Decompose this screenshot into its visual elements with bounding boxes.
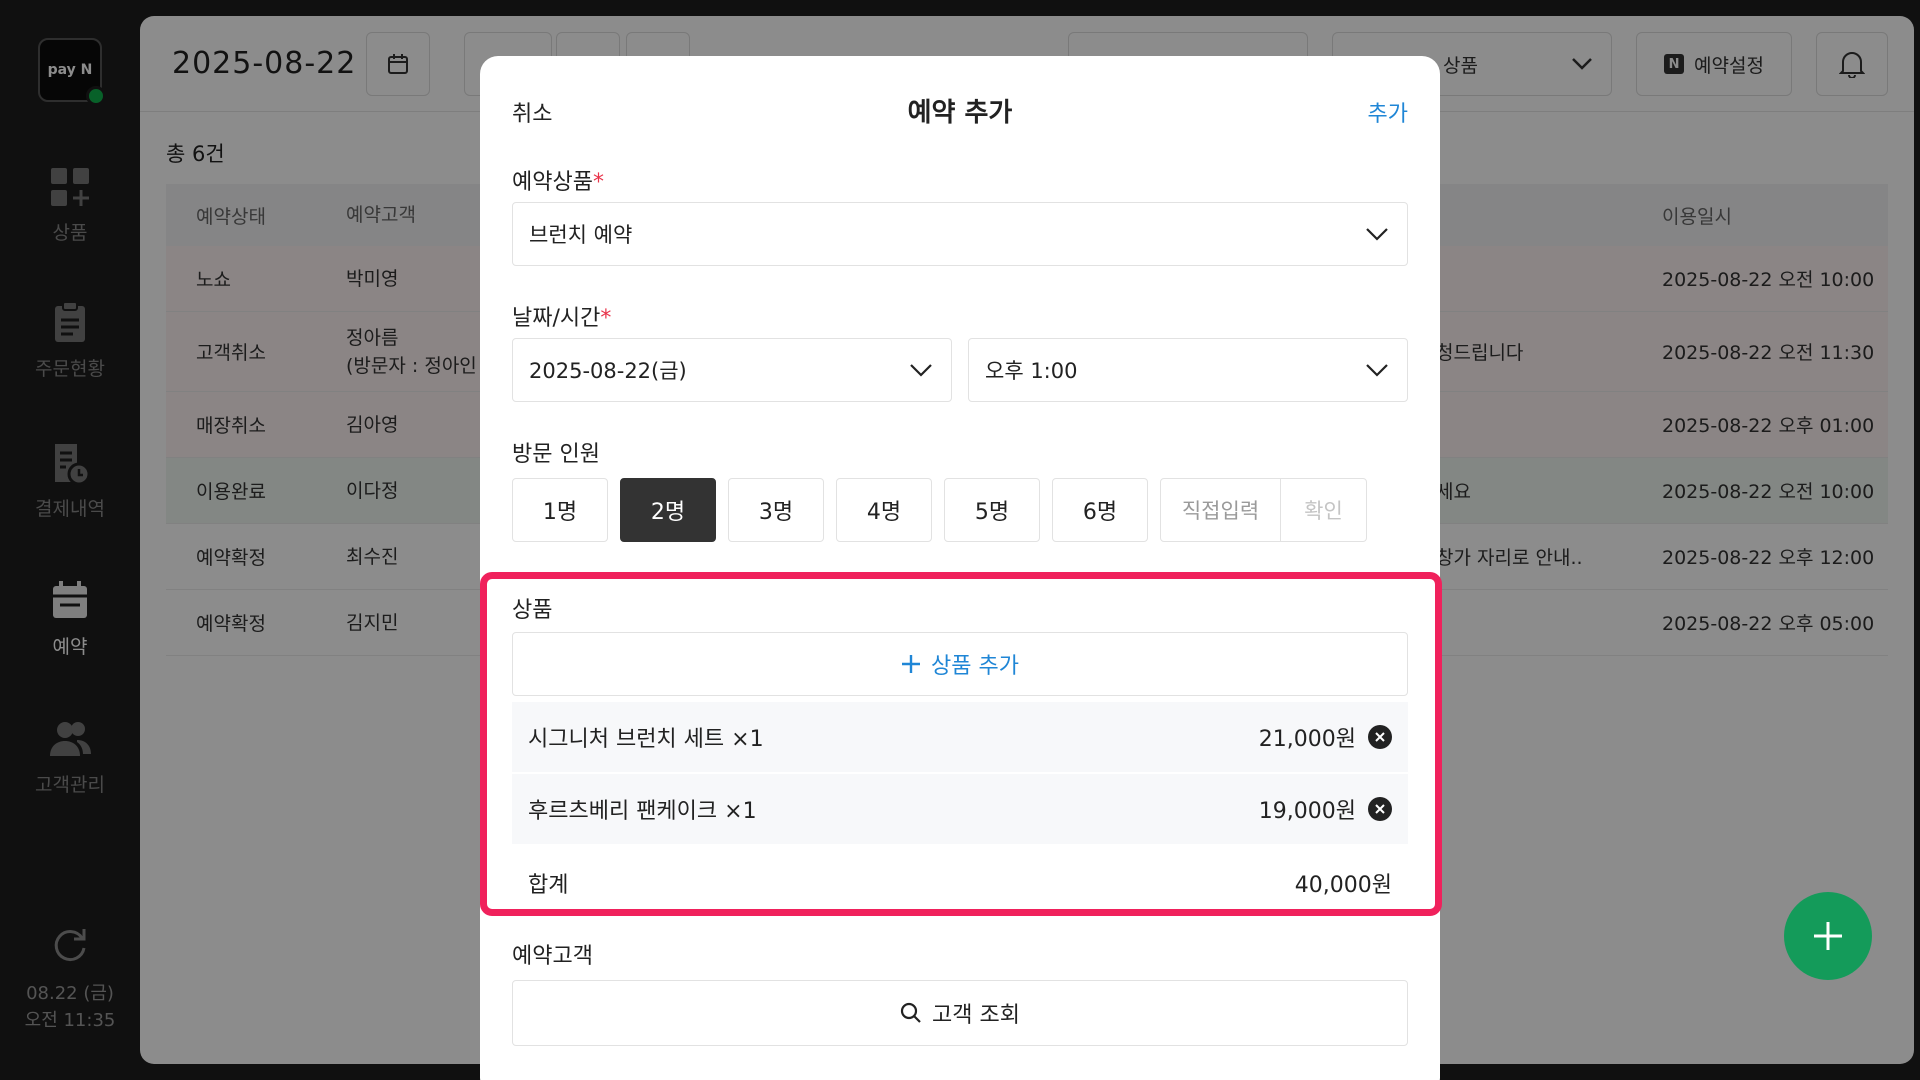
time-select-value: 오후 1:00 — [985, 359, 1078, 383]
date-select[interactable]: 2025-08-22(금) — [512, 338, 952, 402]
people-option-4[interactable]: 4명 — [836, 478, 932, 542]
product-field-label: 예약상품* — [512, 164, 604, 196]
product-label-text: 예약상품 — [512, 170, 593, 195]
people-option-6[interactable]: 6명 — [1052, 478, 1148, 542]
chevron-down-icon — [1366, 228, 1388, 241]
people-direct-input[interactable]: 직접입력 — [1161, 479, 1281, 541]
people-option-5[interactable]: 5명 — [944, 478, 1040, 542]
add-reservation-modal: 예약 추가 취소 추가 예약상품* 브런치 예약 날짜/시간* 2025-08-… — [480, 56, 1440, 1080]
chevron-down-icon — [910, 364, 932, 377]
people-option-1[interactable]: 1명 — [512, 478, 608, 542]
people-confirm-button[interactable]: 확인 — [1281, 479, 1366, 541]
customer-search-label: 고객 조회 — [932, 1003, 1020, 1028]
required-mark: * — [600, 306, 612, 331]
customer-label: 예약고객 — [512, 944, 593, 969]
people-option-2[interactable]: 2명 — [620, 478, 716, 542]
required-mark: * — [592, 170, 604, 195]
datetime-field-label: 날짜/시간* — [512, 300, 611, 332]
date-select-value: 2025-08-22(금) — [529, 359, 687, 383]
cancel-button[interactable]: 취소 — [512, 96, 552, 128]
people-label: 방문 인원 — [512, 442, 600, 467]
product-select[interactable]: 브런치 예약 — [512, 202, 1408, 266]
time-select[interactable]: 오후 1:00 — [968, 338, 1408, 402]
chevron-down-icon — [1366, 364, 1388, 377]
modal-title: 예약 추가 — [907, 98, 1013, 128]
customer-search-button[interactable]: 고객 조회 — [512, 980, 1408, 1046]
datetime-label-text: 날짜/시간 — [512, 306, 601, 331]
people-direct-input-group: 직접입력 확인 — [1160, 478, 1367, 542]
search-icon — [900, 1002, 921, 1023]
add-reservation-fab[interactable] — [1784, 892, 1872, 980]
plus-icon — [1814, 922, 1842, 950]
product-section-highlight — [480, 572, 1442, 916]
product-select-value: 브런치 예약 — [529, 223, 633, 247]
add-button[interactable]: 추가 — [1368, 96, 1408, 128]
people-option-3[interactable]: 3명 — [728, 478, 824, 542]
